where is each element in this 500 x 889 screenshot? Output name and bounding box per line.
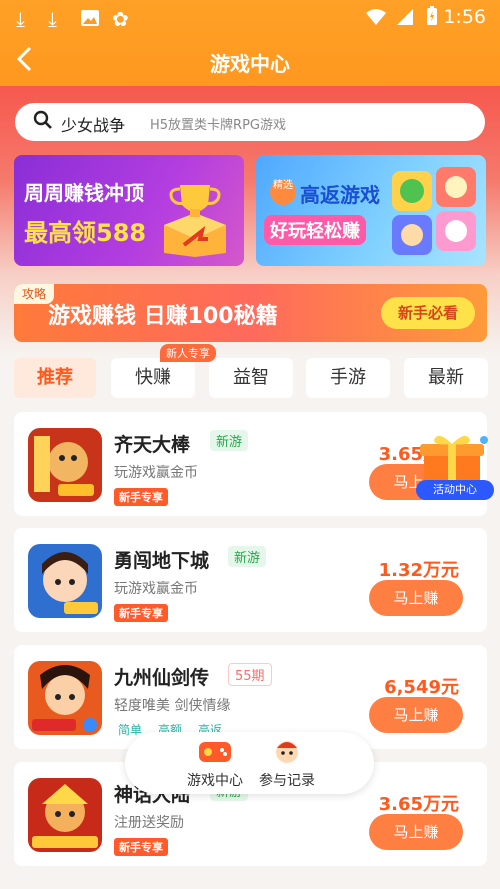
search-placeholder: H5放置类卡牌RPG游戏 (150, 118, 286, 133)
game-icon (28, 661, 102, 735)
signal-icon (396, 7, 414, 31)
nav-bar: 游戏中心 (0, 38, 500, 88)
search-icon (33, 110, 53, 130)
game-tag: 新游 (210, 430, 249, 451)
feature-tag: 简单 (118, 723, 143, 737)
activity-center-label: 活动中心 (416, 480, 494, 500)
tab-mobile-games[interactable]: 手游 (306, 358, 390, 398)
download-icon: ⤓ (48, 7, 57, 31)
reward-amount: 1.32万元 (378, 560, 459, 581)
app-icon: ✿ (112, 7, 129, 31)
earn-now-button[interactable]: 马上赚 (369, 814, 463, 850)
game-desc: 玩游戏赢金币 (114, 581, 198, 597)
status-bar: ⤓ ⤓ ✿ 1:56 (0, 0, 500, 36)
banner-tag: 精选 (270, 179, 296, 205)
game-card[interactable]: 勇闯地下城 新游 玩游戏赢金币 新手专享 1.32万元 马上赚 (14, 528, 487, 632)
tab-puzzle[interactable]: 益智 (209, 358, 293, 398)
game-desc: 轻度唯美 剑侠情缘 (114, 698, 231, 714)
nav-label: 参与记录 (259, 773, 315, 789)
reward-amount: 6,549元 (384, 677, 459, 698)
game-name: 勇闯地下城 (114, 550, 210, 572)
game-chip: 新手专享 (114, 604, 168, 622)
beginner-guide-button[interactable]: 新手必看 (381, 297, 475, 329)
page-title: 游戏中心 (210, 52, 290, 76)
weekly-earn-banner[interactable]: 周周赚钱冲顶 最高领588 (14, 155, 244, 266)
game-icon (28, 778, 102, 852)
status-time: 1:56 (443, 6, 486, 28)
strategy-banner[interactable]: 攻略 游戏赚钱 日赚100秘籍 新手必看 (14, 284, 487, 342)
activity-center-float[interactable]: 活动中心 (410, 430, 496, 502)
game-icon (28, 544, 102, 618)
game-name: 九州仙剑传 (114, 667, 210, 689)
game-desc: 注册送奖励 (114, 815, 184, 831)
reward-amount: 3.65万元 (378, 794, 459, 815)
high-return-banner[interactable]: 精选 高返游戏 好玩轻松赚 (256, 155, 486, 266)
bottom-spacer (0, 868, 500, 889)
wifi-icon (365, 7, 387, 31)
strategy-text: 游戏赚钱 日赚100秘籍 (48, 304, 278, 329)
game-collage-icon (388, 163, 480, 259)
game-tag: 新游 (228, 546, 267, 567)
banner-line1: 高返游戏 (300, 183, 380, 207)
records-icon (269, 738, 305, 766)
tab-latest[interactable]: 最新 (404, 358, 488, 398)
game-tag: 55期 (228, 663, 272, 686)
image-icon (80, 8, 100, 32)
search-query: 少女战争 (61, 116, 126, 135)
game-desc: 玩游戏赢金币 (114, 465, 198, 481)
earn-now-button[interactable]: 马上赚 (369, 697, 463, 733)
trophy-icon (158, 179, 232, 257)
earn-now-button[interactable]: 马上赚 (369, 580, 463, 616)
search-bar[interactable]: 少女战争 H5放置类卡牌RPG游戏 (15, 103, 485, 141)
nav-participation-records[interactable]: 参与记录 (237, 732, 337, 794)
tab-quick-earn[interactable]: 快赚 (111, 358, 195, 398)
bottom-nav: 游戏中心 参与记录 (125, 732, 374, 794)
banner-line1: 周周赚钱冲顶 (24, 181, 144, 205)
banner-line2: 好玩轻松赚 (264, 215, 366, 245)
game-center-icon (197, 738, 233, 766)
tab-recommend[interactable]: 推荐 (14, 358, 96, 398)
download-icon: ⤓ (16, 7, 25, 31)
banner-line2: 最高领588 (24, 219, 147, 247)
game-chip: 新手专享 (114, 488, 168, 506)
game-name: 齐天大棒 (114, 434, 191, 456)
game-icon (28, 428, 102, 502)
new-user-tag: 新人专享 (160, 344, 216, 362)
battery-icon (426, 6, 438, 31)
game-chip: 新手专享 (114, 838, 168, 856)
